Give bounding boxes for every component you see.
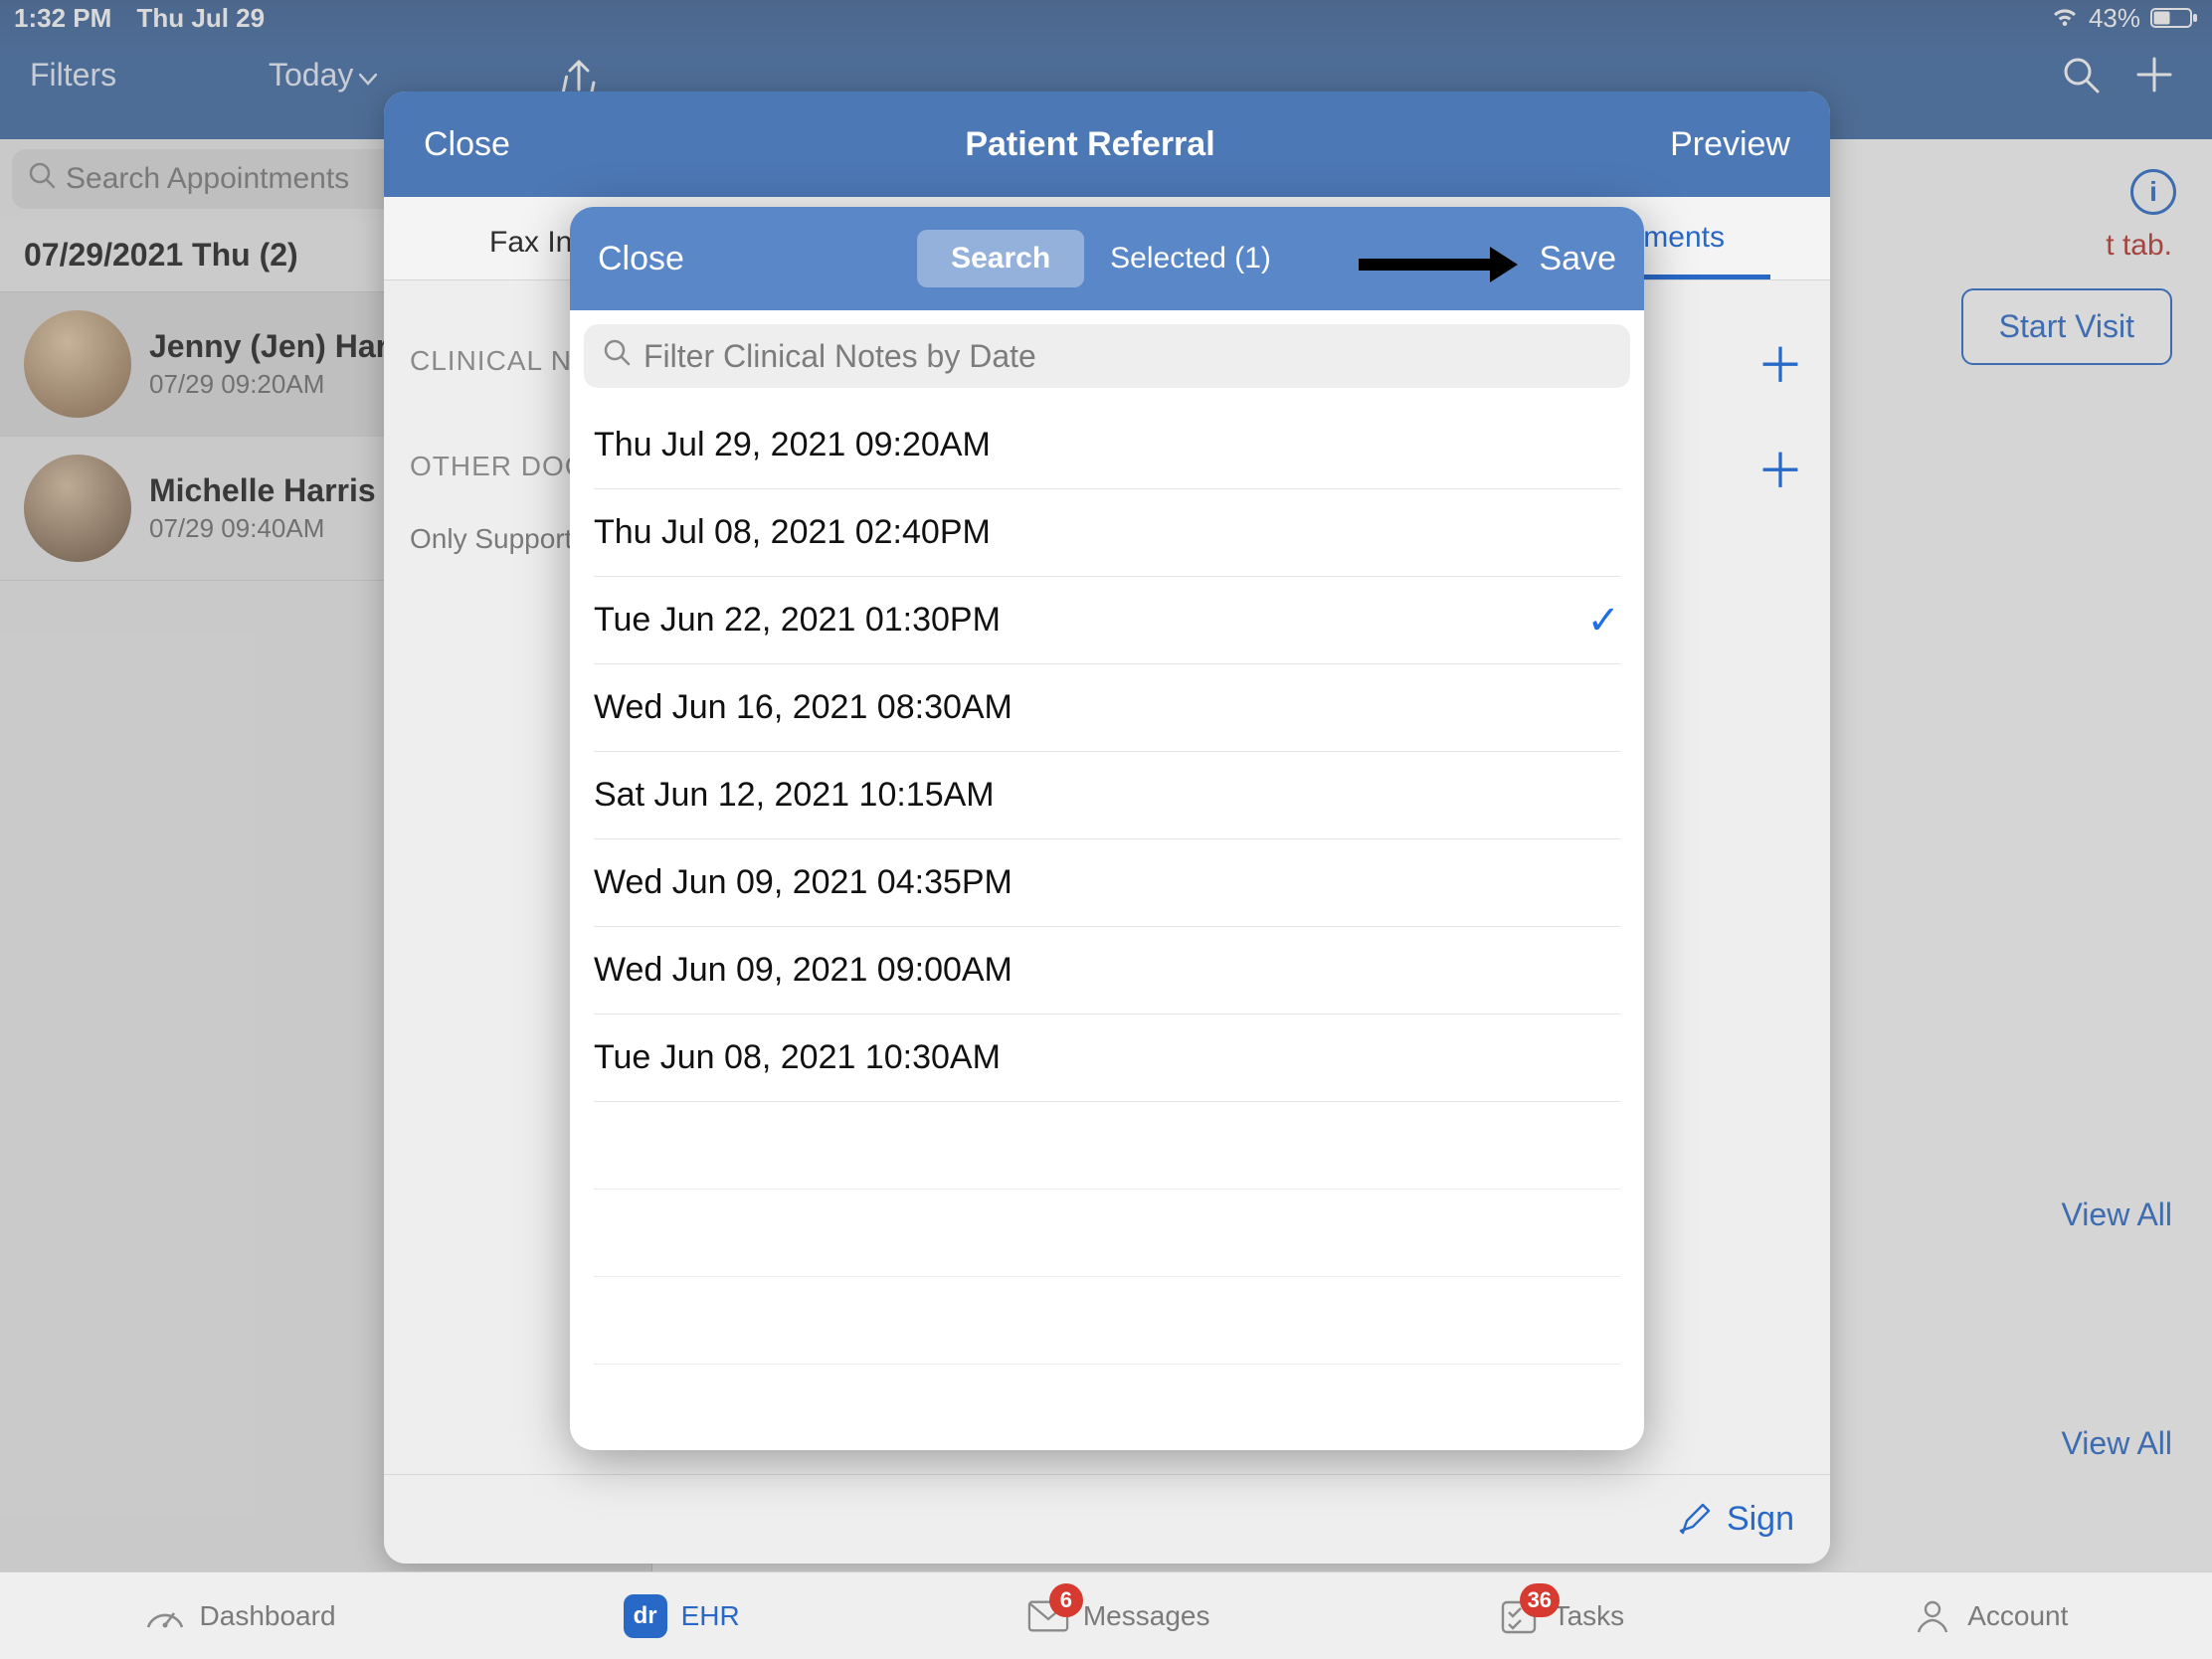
clinical-note-item[interactable]: Wed Jun 16, 2021 08:30AM: [594, 664, 1620, 752]
filter-placeholder: Filter Clinical Notes by Date: [644, 338, 1036, 375]
clinical-note-item[interactable]: Tue Jun 22, 2021 01:30PM ✓: [594, 577, 1620, 664]
annotation-arrow-icon: [941, 235, 1130, 275]
tab-dashboard[interactable]: Dashboard: [144, 1595, 336, 1637]
person-icon: [1912, 1595, 1953, 1637]
badge-count: 36: [1520, 1583, 1560, 1617]
add-clinical-note-button[interactable]: ＋: [1756, 326, 1804, 396]
note-date: Sat Jun 12, 2021 10:15AM: [594, 776, 995, 815]
close-button[interactable]: Close: [598, 240, 684, 278]
note-date: Tue Jun 08, 2021 10:30AM: [594, 1038, 1001, 1077]
close-button[interactable]: Close: [424, 125, 510, 164]
list-item: [594, 1102, 1620, 1190]
clinical-note-item[interactable]: Thu Jul 08, 2021 02:40PM: [594, 489, 1620, 577]
clinical-note-item[interactable]: Sat Jun 12, 2021 10:15AM: [594, 752, 1620, 839]
note-date: Wed Jun 09, 2021 04:35PM: [594, 863, 1013, 902]
tab-tasks[interactable]: 36 Tasks: [1498, 1595, 1625, 1637]
clinical-note-item[interactable]: Thu Jul 29, 2021 09:20AM: [594, 402, 1620, 489]
gauge-icon: [144, 1595, 186, 1637]
modal-title: Patient Referral: [510, 125, 1670, 164]
tab-ehr[interactable]: dr EHR: [624, 1594, 740, 1638]
filter-clinical-notes-input[interactable]: Filter Clinical Notes by Date: [584, 324, 1630, 388]
ehr-icon: dr: [624, 1594, 667, 1638]
clinical-note-item[interactable]: Tue Jun 08, 2021 10:30AM: [594, 1014, 1620, 1102]
save-button[interactable]: Save: [1540, 240, 1617, 278]
bottom-tab-bar: Dashboard dr EHR 6 Messages 36 Tasks Acc…: [0, 1571, 2212, 1659]
add-other-document-button[interactable]: ＋: [1756, 432, 1804, 501]
clinical-notes-selector-modal: Close Search Selected (1) Save Filter Cl…: [570, 207, 1644, 1450]
pen-icon: [1679, 1503, 1713, 1537]
tab-label: Messages: [1083, 1600, 1210, 1632]
list-item: [594, 1277, 1620, 1365]
clinical-notes-list: Thu Jul 29, 2021 09:20AM Thu Jul 08, 202…: [570, 402, 1644, 1365]
sign-button[interactable]: Sign: [1727, 1500, 1794, 1539]
tab-label: EHR: [681, 1600, 740, 1632]
note-date: Wed Jun 09, 2021 09:00AM: [594, 951, 1013, 990]
search-icon: [602, 337, 632, 375]
tab-messages[interactable]: 6 Messages: [1027, 1595, 1210, 1637]
checkmark-icon: ✓: [1586, 598, 1620, 644]
modal-header: Close Patient Referral Preview: [384, 92, 1830, 197]
tab-label: Account: [1967, 1600, 2068, 1632]
note-date: Tue Jun 22, 2021 01:30PM: [594, 601, 1001, 640]
preview-button[interactable]: Preview: [1670, 125, 1790, 164]
note-date: Thu Jul 08, 2021 02:40PM: [594, 513, 991, 552]
clinical-note-item[interactable]: Wed Jun 09, 2021 09:00AM: [594, 927, 1620, 1014]
badge-count: 6: [1049, 1583, 1083, 1617]
note-date: Thu Jul 29, 2021 09:20AM: [594, 426, 991, 464]
clinical-note-item[interactable]: Wed Jun 09, 2021 04:35PM: [594, 839, 1620, 927]
list-item: [594, 1190, 1620, 1277]
note-date: Wed Jun 16, 2021 08:30AM: [594, 688, 1013, 727]
tab-label: Dashboard: [200, 1600, 336, 1632]
tab-account[interactable]: Account: [1912, 1595, 2068, 1637]
modal-footer: Sign: [384, 1474, 1830, 1564]
tab-label: Tasks: [1554, 1600, 1625, 1632]
